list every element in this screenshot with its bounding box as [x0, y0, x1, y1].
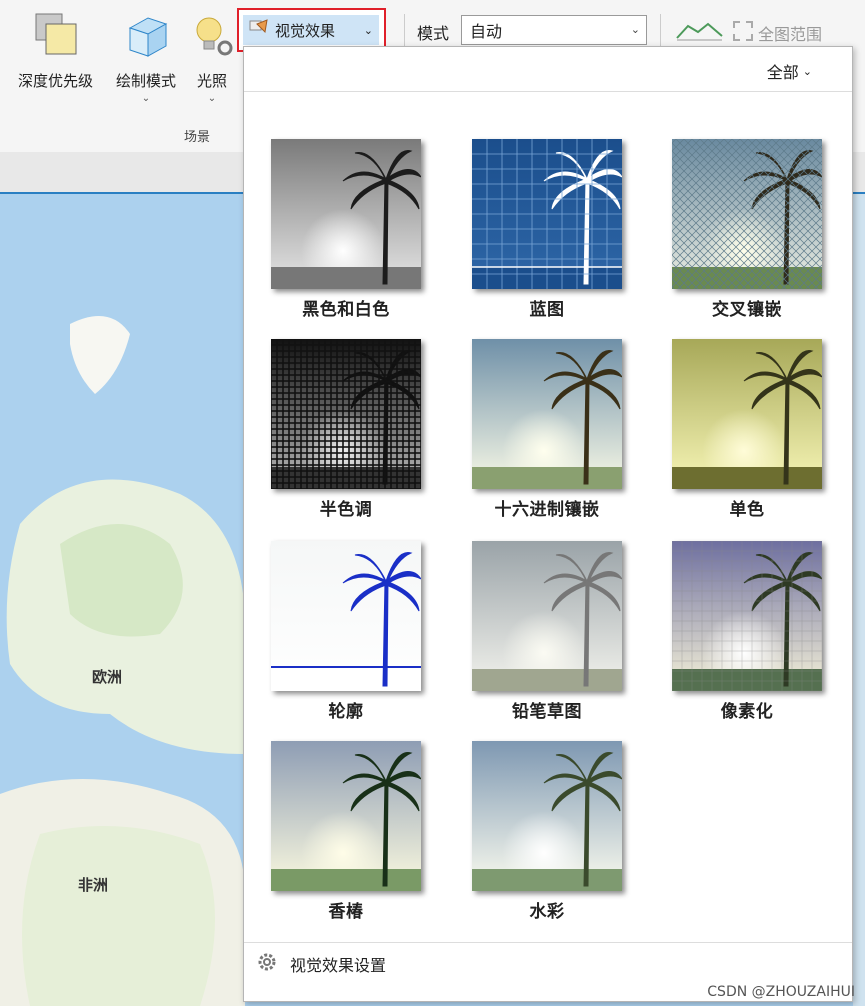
full-extent-button[interactable]: 全图范围 [732, 20, 822, 46]
effect-label: 半色调 [319, 500, 373, 520]
effects-grid: 黑色和白色 蓝图 交叉镶嵌 半色调 十六进制镶嵌 单色 轮廓 铅笔草图 像素化 … [244, 47, 852, 1001]
effect-tile-blueprint[interactable]: 蓝图 [472, 139, 632, 320]
divider [244, 942, 852, 943]
effect-tile-pencil[interactable]: 铅笔草图 [472, 541, 632, 722]
effect-label: 像素化 [720, 702, 774, 722]
elevation-profile-icon[interactable] [676, 18, 724, 46]
effect-thumbnail [672, 541, 822, 691]
chevron-down-icon: ⌄ [207, 93, 217, 104]
effect-thumbnail [271, 741, 421, 891]
effect-label: 十六进制镶嵌 [494, 500, 600, 520]
effect-thumbnail [672, 139, 822, 289]
draw-mode-icon [107, 10, 185, 64]
visual-effects-settings-button[interactable]: 视觉效果设置 [256, 951, 386, 977]
full-extent-icon [732, 20, 754, 46]
group-label-scene: 场景 [184, 130, 211, 145]
effect-tile-outline[interactable]: 轮廓 [271, 541, 431, 722]
watermark: CSDN @ZHOUZAIHUI [707, 984, 855, 1000]
effect-label: 香椿 [328, 902, 364, 922]
effect-thumbnail [472, 139, 622, 289]
effect-thumbnail [472, 339, 622, 489]
chevron-down-icon: ⌄ [363, 23, 373, 37]
effect-tile-pixel[interactable]: 像素化 [672, 541, 832, 722]
mode-select[interactable]: 自动 ⌄ [461, 15, 647, 45]
effect-thumbnail [271, 139, 421, 289]
effect-tile-bw[interactable]: 黑色和白色 [271, 139, 431, 320]
effect-tile-watercolor[interactable]: 水彩 [472, 741, 632, 922]
lighting-icon [189, 10, 235, 64]
effect-tile-mono[interactable]: 单色 [672, 339, 832, 520]
effect-tile-halftone[interactable]: 半色调 [271, 339, 431, 520]
effect-thumbnail [472, 741, 622, 891]
effect-thumbnail [472, 541, 622, 691]
effect-thumbnail [672, 339, 822, 489]
divider [404, 14, 405, 46]
depth-priority-icon [8, 10, 103, 64]
effect-tile-toon[interactable]: 香椿 [271, 741, 431, 922]
chevron-down-icon: ⌄ [630, 23, 640, 36]
lighting-button[interactable]: 光照 ⌄ [189, 10, 235, 104]
visual-effects-icon [249, 18, 269, 42]
effect-tile-crosshatch[interactable]: 交叉镶嵌 [672, 139, 832, 320]
effect-label: 单色 [729, 500, 765, 520]
map-label-europe: 欧洲 [92, 668, 123, 686]
map-label-africa: 非洲 [78, 876, 109, 894]
chevron-down-icon: ⌄ [141, 93, 151, 104]
effect-label: 铅笔草图 [512, 702, 582, 722]
effect-thumbnail [271, 339, 421, 489]
mode-label: 模式 [417, 24, 450, 43]
depth-priority-button[interactable]: 深度优先级 [8, 10, 103, 91]
gear-icon [256, 951, 278, 977]
divider [660, 14, 661, 46]
effect-label: 水彩 [529, 902, 565, 922]
effect-label: 轮廓 [328, 702, 364, 722]
effect-label: 蓝图 [529, 300, 565, 320]
visual-effects-gallery: 全部 ⌄ 黑色和白色 蓝图 交叉镶嵌 半色调 十六进制镶嵌 单色 轮廓 铅笔草图… [243, 46, 853, 1002]
draw-mode-button[interactable]: 绘制模式 ⌄ [107, 10, 185, 104]
effect-tile-hex[interactable]: 十六进制镶嵌 [472, 339, 632, 520]
effect-label: 交叉镶嵌 [712, 300, 782, 320]
effect-thumbnail [271, 541, 421, 691]
effect-label: 黑色和白色 [302, 300, 390, 320]
